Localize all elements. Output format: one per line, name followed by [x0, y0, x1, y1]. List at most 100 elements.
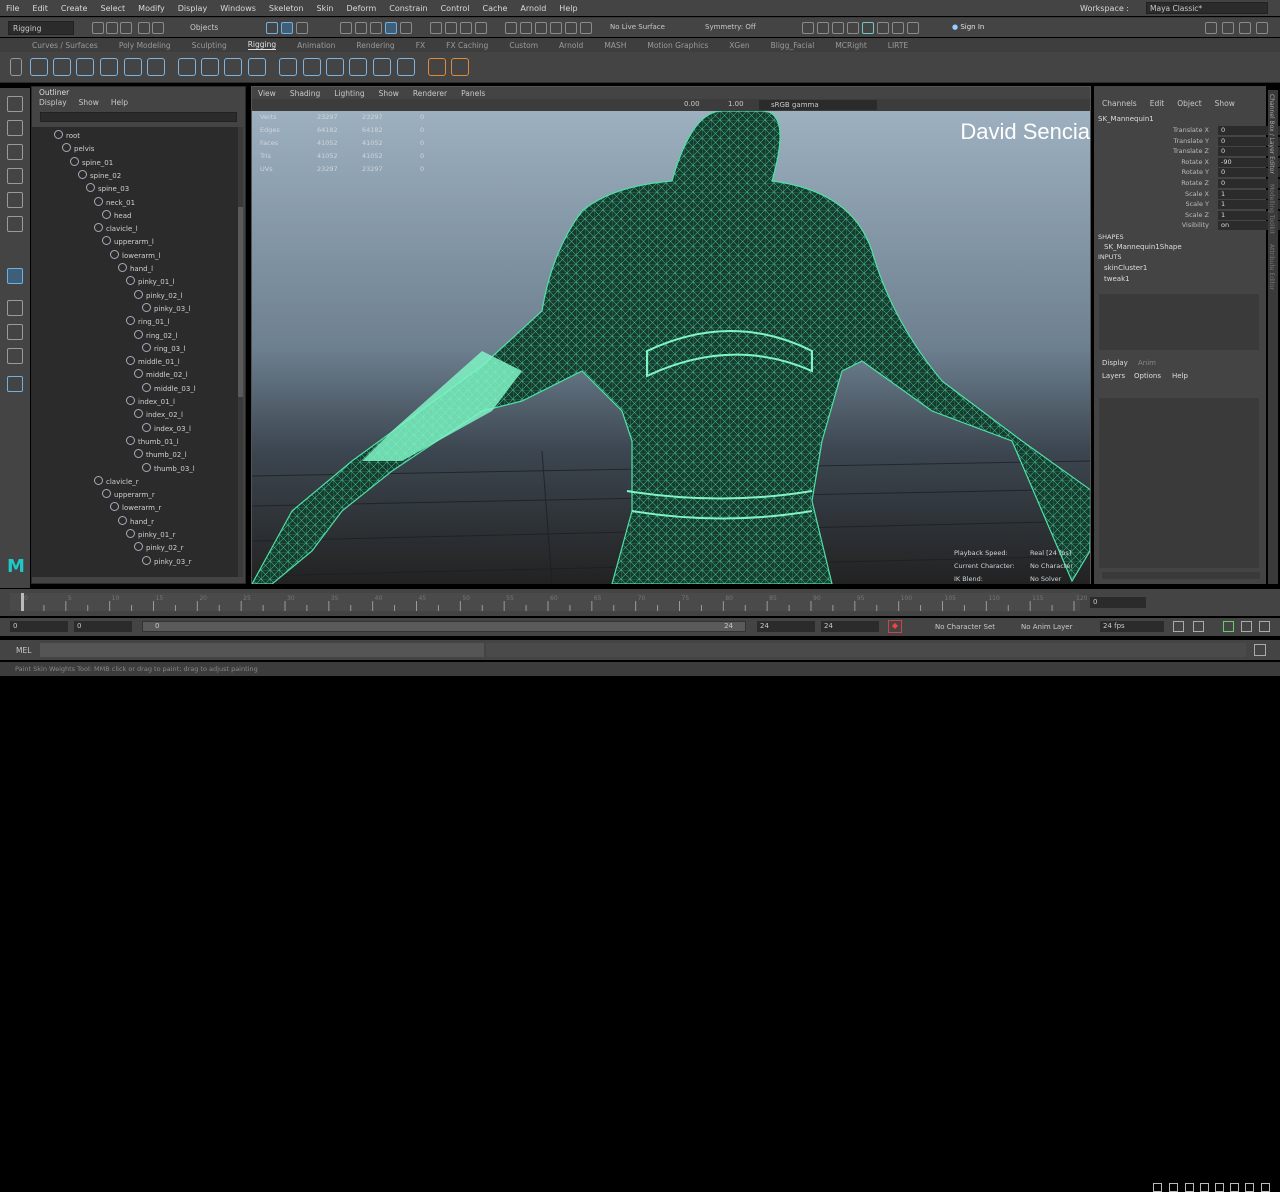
channel-box-object-name[interactable]: SK_Mannequin1: [1098, 115, 1154, 123]
new-scene-icon[interactable]: [92, 22, 104, 34]
loop-icon[interactable]: [1173, 621, 1184, 632]
outliner-joint-upperarm-r[interactable]: upperarm_r: [102, 489, 155, 499]
outliner-joint-head[interactable]: head: [102, 210, 131, 220]
attribute-editor-icon[interactable]: [1222, 22, 1234, 34]
outliner-joint-index-01-l[interactable]: index_01_l: [126, 396, 175, 406]
viewport-menu-shading[interactable]: Shading: [290, 89, 320, 98]
render-frame-icon[interactable]: [817, 22, 829, 34]
outliner-joint-middle-03-l[interactable]: middle_03_l: [142, 383, 196, 393]
shelf-tab-fx[interactable]: FX: [416, 41, 425, 50]
menu-create[interactable]: Create: [61, 4, 88, 13]
light-editor-icon[interactable]: [892, 22, 904, 34]
tool-settings-icon[interactable]: [1239, 22, 1251, 34]
snap-to-surface-icon[interactable]: [550, 22, 562, 34]
persp-graph-layout-icon[interactable]: [7, 348, 23, 364]
side-tab-attribute-editor[interactable]: Attribute Editor: [1268, 244, 1275, 290]
menu-modify[interactable]: Modify: [138, 4, 165, 13]
show-menu[interactable]: Show: [1215, 99, 1235, 108]
play-forwards-icon[interactable]: [1215, 1183, 1224, 1192]
shelf-tab-fx-caching[interactable]: FX Caching: [446, 41, 488, 50]
menu-constrain[interactable]: Constrain: [389, 4, 427, 13]
open-scene-icon[interactable]: [106, 22, 118, 34]
outliner-joint-root[interactable]: root: [54, 130, 80, 140]
outliner-joint-spine-02[interactable]: spine_02: [78, 170, 121, 180]
outliner-joint-hand-l[interactable]: hand_l: [118, 263, 153, 273]
character-set-dropdown[interactable]: No Character Set: [935, 623, 995, 631]
mel-input[interactable]: [40, 643, 484, 657]
outliner-joint-index-02-l[interactable]: index_02_l: [134, 409, 183, 419]
outliner-joint-spine-01[interactable]: spine_01: [70, 157, 113, 167]
sign-in-button[interactable]: ● Sign In: [952, 23, 984, 31]
locator-hierarchy-icon[interactable]: [451, 58, 469, 76]
snap-to-curve-icon[interactable]: [535, 22, 547, 34]
step-back-key-icon[interactable]: [1169, 1183, 1178, 1192]
locator-icon[interactable]: [428, 58, 446, 76]
single-perspective-layout-icon[interactable]: [7, 268, 23, 284]
layer-scrollbar[interactable]: [1102, 572, 1260, 579]
side-tab-modelling-toolkit[interactable]: Modelling Toolkit: [1268, 184, 1275, 234]
layer-tab-anim[interactable]: Anim: [1138, 359, 1156, 367]
outliner-joint-thumb-01-l[interactable]: thumb_01_l: [126, 436, 179, 446]
shelf-tab-lirte[interactable]: LIRTE: [888, 41, 908, 50]
history-icon[interactable]: [430, 22, 442, 34]
time-slider[interactable]: 0 5 10 15 20 25 30 35 40 45 50 55 60 65 70 75 80 85 90 95 10…: [0, 589, 1280, 1192]
fps-dropdown[interactable]: 24 fps: [1100, 621, 1164, 632]
options-menu[interactable]: Options: [1134, 372, 1161, 380]
select-hierarchy-icon[interactable]: [266, 22, 278, 34]
outliner-joint-pinky-03-l[interactable]: pinky_03_l: [142, 303, 191, 313]
select-object-icon[interactable]: [281, 22, 293, 34]
input-tweak[interactable]: tweak1: [1104, 275, 1130, 283]
step-forward-key-icon[interactable]: [1245, 1183, 1254, 1192]
aim-constraint-icon[interactable]: [373, 58, 391, 76]
curve-tool-icon[interactable]: [279, 58, 297, 76]
select-tool-icon[interactable]: [7, 96, 23, 112]
go-to-end-icon[interactable]: [1261, 1183, 1270, 1192]
modeling-toolkit-icon[interactable]: [1205, 22, 1217, 34]
outliner-joint-upperarm-l[interactable]: upperarm_l: [102, 236, 154, 246]
menu-arnold[interactable]: Arnold: [520, 4, 546, 13]
render-setup-icon[interactable]: [877, 22, 889, 34]
preferences-icon[interactable]: [1259, 621, 1270, 632]
playback-end-field[interactable]: 24: [757, 621, 815, 632]
viewport-scene[interactable]: Verts 23297 23297 0 Edges 64182 64182 0 Faces 410…: [252, 111, 1090, 584]
menu-help[interactable]: Help: [559, 4, 577, 13]
paint-select-icon[interactable]: [7, 144, 23, 160]
exposure-field[interactable]: 0.00: [684, 100, 700, 108]
outliner-joint-thumb-03-l[interactable]: thumb_03_l: [142, 463, 195, 473]
outliner-menu-help[interactable]: Help: [111, 98, 128, 110]
input-skincluster[interactable]: skinCluster1: [1104, 264, 1147, 272]
outliner-joint-pinky-01-r[interactable]: pinky_01_r: [126, 529, 176, 539]
lattice-icon[interactable]: [248, 58, 266, 76]
menu-cache[interactable]: Cache: [483, 4, 508, 13]
outliner-joint-thumb-02-l[interactable]: thumb_02_l: [134, 449, 187, 459]
move-tool-icon[interactable]: [7, 168, 23, 184]
outliner-scroll-thumb[interactable]: [238, 207, 243, 397]
outliner-joint-clavicle-l[interactable]: clavicle_l: [94, 223, 138, 233]
ik-spline-icon[interactable]: [76, 58, 94, 76]
shelf-tab-arnold[interactable]: Arnold: [559, 41, 583, 50]
outliner-joint-middle-01-l[interactable]: middle_01_l: [126, 356, 180, 366]
current-time-marker[interactable]: [21, 593, 24, 611]
cluster-icon[interactable]: [224, 58, 242, 76]
shelf-tab-poly-modeling[interactable]: Poly Modeling: [119, 41, 171, 50]
viewport-menu-lighting[interactable]: Lighting: [334, 89, 364, 98]
menu-control[interactable]: Control: [441, 4, 470, 13]
select-component-icon[interactable]: [296, 22, 308, 34]
render-view-icon[interactable]: [802, 22, 814, 34]
viewport-menu-show[interactable]: Show: [379, 89, 399, 98]
shelf-tab-mash[interactable]: MASH: [604, 41, 626, 50]
outliner-menu-show[interactable]: Show: [79, 98, 99, 110]
viewport-menu-renderer[interactable]: Renderer: [413, 89, 447, 98]
snap-curve-icon[interactable]: [355, 22, 367, 34]
snap-point-icon[interactable]: [370, 22, 382, 34]
render-settings-icon[interactable]: [847, 22, 859, 34]
menu-display[interactable]: Display: [178, 4, 208, 13]
outliner-joint-neck-01[interactable]: neck_01: [94, 197, 135, 207]
layer-tab-display[interactable]: Display: [1102, 359, 1128, 367]
create-joint-icon[interactable]: [30, 58, 48, 76]
orient-constraint-icon[interactable]: [349, 58, 367, 76]
shelf-tab-rigging[interactable]: Rigging: [247, 40, 277, 50]
outliner-joint-lowerarm-r[interactable]: lowerarm_r: [110, 502, 161, 512]
anim-prefs-icon[interactable]: [1241, 621, 1252, 632]
undo-icon[interactable]: [138, 22, 150, 34]
